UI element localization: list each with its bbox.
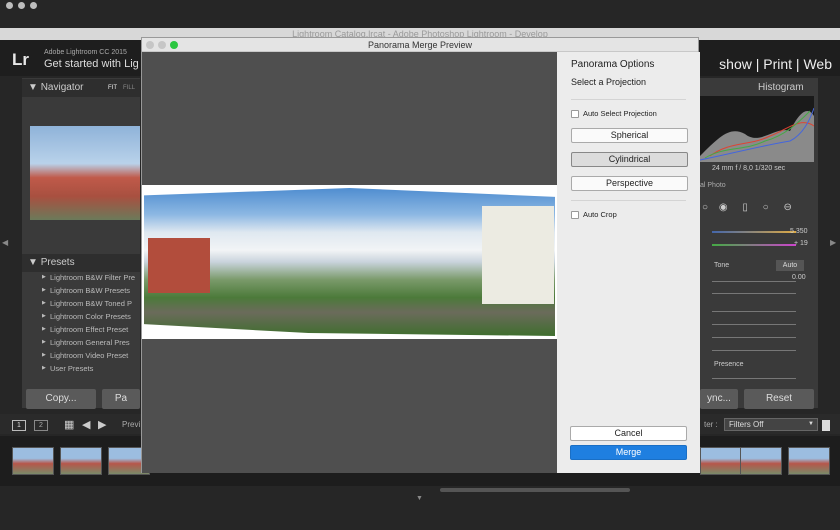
auto-projection-row[interactable]: Auto Select Projection bbox=[571, 109, 686, 119]
presence-label: Presence bbox=[714, 361, 744, 368]
panorama-dialog: Panorama Merge Preview Panorama Options … bbox=[141, 37, 700, 473]
tint-value: + 19 bbox=[794, 240, 808, 247]
close-window-button[interactable] bbox=[6, 2, 13, 9]
church-building bbox=[482, 206, 554, 304]
preset-folder[interactable]: Lightroom General Pres bbox=[22, 336, 140, 349]
exif-info: 24 mm f / 8,0 1/320 sec bbox=[712, 165, 786, 172]
spot-removal-icon[interactable]: ◉ bbox=[719, 202, 728, 213]
sync-button[interactable]: ync... bbox=[700, 389, 738, 409]
clarity-slider[interactable] bbox=[712, 378, 796, 379]
graduated-filter-icon[interactable]: ▯ bbox=[742, 202, 748, 213]
filmstrip-thumbnail[interactable] bbox=[788, 447, 830, 475]
merge-button[interactable]: Merge bbox=[570, 445, 687, 460]
left-panel-toggle-icon[interactable]: ◀ bbox=[2, 238, 8, 247]
auto-crop-label: Auto Crop bbox=[583, 210, 617, 220]
panorama-options-panel: Panorama Options Select a Projection Aut… bbox=[557, 52, 700, 473]
preset-folder[interactable]: Lightroom Effect Preset bbox=[22, 323, 140, 336]
auto-projection-label: Auto Select Projection bbox=[583, 109, 657, 118]
preset-folder[interactable]: Lightroom B&W Presets bbox=[22, 284, 140, 297]
options-title: Panorama Options bbox=[571, 59, 655, 70]
spherical-button[interactable]: Spherical bbox=[571, 128, 688, 144]
chevron-down-icon: ▼ bbox=[808, 421, 814, 427]
highlights-slider[interactable] bbox=[712, 311, 796, 312]
temp-value: 5 350 bbox=[790, 228, 808, 235]
filters-dropdown[interactable]: Filters Off ▼ bbox=[724, 418, 818, 431]
reset-button[interactable]: Reset bbox=[744, 389, 814, 409]
collapse-icon: ▼ bbox=[28, 257, 41, 268]
close-dialog-button[interactable] bbox=[146, 41, 154, 49]
histogram-graph bbox=[699, 107, 815, 162]
back-arrow-icon[interactable]: ◀ bbox=[82, 418, 90, 431]
forward-arrow-icon[interactable]: ▶ bbox=[98, 418, 106, 431]
fit-option[interactable]: FIT bbox=[108, 82, 117, 94]
copy-button[interactable]: Copy... bbox=[26, 389, 96, 409]
get-started-label[interactable]: Get started with Lig bbox=[44, 58, 139, 70]
divider bbox=[571, 200, 686, 202]
divider bbox=[571, 99, 686, 100]
brush-icon[interactable]: ⊖ bbox=[783, 202, 791, 213]
cancel-button[interactable]: Cancel bbox=[570, 426, 687, 441]
perspective-button[interactable]: Perspective bbox=[571, 176, 688, 192]
presets-title: Presets bbox=[40, 257, 75, 268]
minimize-dialog-button[interactable] bbox=[158, 41, 166, 49]
blacks-slider[interactable] bbox=[712, 350, 796, 351]
tool-strip: ○ ◉ ▯ ○ ⊖ bbox=[702, 202, 812, 216]
whites-slider[interactable] bbox=[712, 337, 796, 338]
navigator-preview[interactable] bbox=[30, 126, 140, 220]
shadows-slider[interactable] bbox=[712, 324, 796, 325]
radial-filter-icon[interactable]: ○ bbox=[763, 202, 769, 213]
filters-value: Filters Off bbox=[729, 420, 764, 429]
filmstrip-thumbnail[interactable] bbox=[60, 447, 102, 475]
filmstrip-thumbnail[interactable] bbox=[12, 447, 54, 475]
presets-list: Lightroom B&W Filter Pre Lightroom B&W P… bbox=[22, 271, 140, 375]
auto-projection-checkbox[interactable] bbox=[571, 110, 579, 119]
histogram bbox=[699, 96, 815, 162]
filmstrip-thumbnail[interactable] bbox=[740, 447, 782, 475]
right-panel-toggle-icon[interactable]: ▶ bbox=[830, 238, 836, 247]
temp-slider[interactable] bbox=[712, 231, 796, 233]
preset-folder[interactable]: Lightroom B&W Filter Pre bbox=[22, 271, 140, 284]
histogram-title[interactable]: Histogram bbox=[758, 82, 804, 93]
second-screen-button[interactable]: 2 bbox=[34, 420, 48, 431]
crop-tool-icon[interactable]: ○ bbox=[702, 202, 708, 213]
zoom-dialog-button[interactable] bbox=[170, 41, 178, 49]
version-label: Adobe Lightroom CC 2015 bbox=[44, 49, 127, 56]
castle-building bbox=[148, 238, 210, 293]
auto-crop-row[interactable]: Auto Crop bbox=[571, 210, 686, 220]
filmstrip-scrollbar[interactable] bbox=[440, 488, 630, 492]
dialog-titlebar: Panorama Merge Preview bbox=[142, 38, 698, 52]
module-picker[interactable]: show | Print | Web bbox=[719, 56, 832, 72]
dialog-title: Panorama Merge Preview bbox=[367, 40, 473, 50]
cylindrical-button[interactable]: Cylindrical bbox=[571, 152, 688, 168]
preset-folder[interactable]: User Presets bbox=[22, 362, 140, 375]
filter-label: ter : bbox=[704, 420, 718, 429]
lr-logo: Lr bbox=[12, 50, 29, 69]
projection-label: Select a Projection bbox=[571, 77, 647, 87]
auto-tone-button[interactable]: Auto bbox=[776, 260, 804, 271]
presets-header[interactable]: ▼ Presets bbox=[22, 254, 140, 272]
minimize-window-button[interactable] bbox=[18, 2, 25, 9]
main-screen-button[interactable]: 1 bbox=[12, 420, 26, 431]
exposure-slider[interactable] bbox=[712, 281, 796, 282]
original-photo-label: al Photo bbox=[700, 182, 726, 189]
contrast-slider[interactable] bbox=[712, 293, 796, 294]
zoom-window-button[interactable] bbox=[30, 2, 37, 9]
auto-crop-checkbox[interactable] bbox=[571, 211, 579, 220]
tint-slider[interactable] bbox=[712, 244, 796, 246]
filmstrip-toggle[interactable] bbox=[822, 420, 830, 431]
grid-view-icon[interactable]: ▦ bbox=[64, 418, 74, 431]
exposure-value: 0.00 bbox=[792, 274, 806, 281]
navigator-title: Navigator bbox=[40, 82, 84, 93]
preset-folder[interactable]: Lightroom Video Preset bbox=[22, 349, 140, 362]
tone-label: Tone bbox=[714, 262, 730, 269]
paste-button[interactable]: Pa bbox=[102, 389, 140, 409]
filmstrip-thumbnail[interactable] bbox=[700, 447, 742, 475]
collapse-icon: ▼ bbox=[28, 82, 41, 93]
fill-option[interactable]: FILL bbox=[123, 82, 135, 94]
preset-folder[interactable]: Lightroom B&W Toned P bbox=[22, 297, 140, 310]
navigator-header[interactable]: ▼ Navigator FIT FILL bbox=[22, 79, 140, 97]
preset-folder[interactable]: Lightroom Color Presets bbox=[22, 310, 140, 323]
bottom-panel-toggle-icon[interactable]: ▼ bbox=[416, 495, 423, 502]
previous-import-label[interactable]: Previ bbox=[122, 420, 140, 429]
